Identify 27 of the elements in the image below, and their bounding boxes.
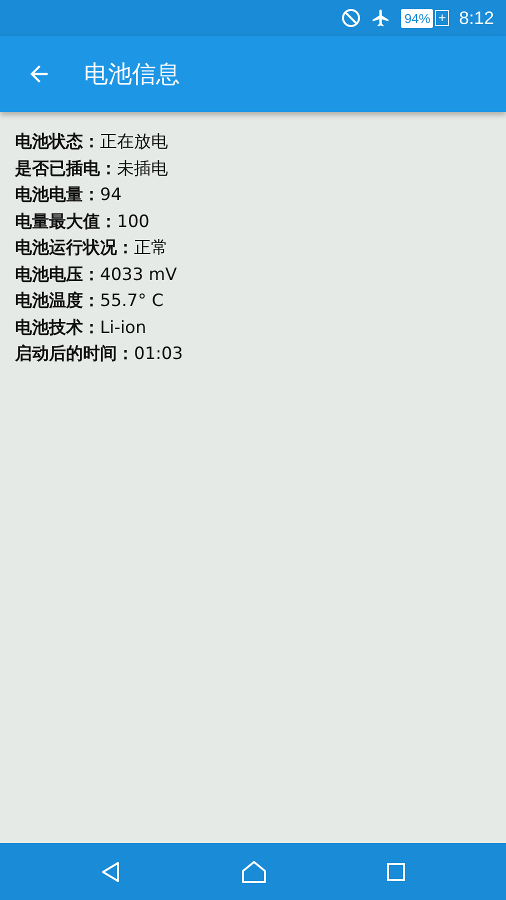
home-icon[interactable] [240,860,267,884]
info-value: 正在放电 [100,131,168,154]
info-label: 电量最大值： [15,210,117,234]
airplane-icon [371,8,392,28]
back-icon[interactable] [100,860,122,882]
info-label: 是否已插电： [15,158,117,180]
info-value: Li-ion [100,316,146,340]
info-label: 电池温度： [15,290,100,313]
info-label: 启动后的时间： [15,343,134,366]
info-value: 正常 [134,237,168,260]
info-label: 电池状态： [15,131,100,154]
info-value: 94 [100,184,122,207]
blocked-icon [341,8,362,28]
battery-plus: + [435,10,449,26]
info-label: 电池电压： [15,264,100,286]
screen-title: 电池信息 [84,59,180,90]
clock-time: 8:12 [458,8,494,28]
info-label: 电池技术： [15,316,100,340]
info-value: 01:03 [134,343,183,366]
recents-icon[interactable] [386,862,406,882]
battery-percent: 94% [401,8,434,28]
info-value: 未插电 [117,158,168,180]
info-value: 4033 mV [100,264,177,286]
info-value: 55.7° C [100,290,164,313]
info-value: 100 [117,210,150,234]
info-label: 电池运行状况： [15,237,134,260]
info-label: 电池电量： [15,184,100,207]
